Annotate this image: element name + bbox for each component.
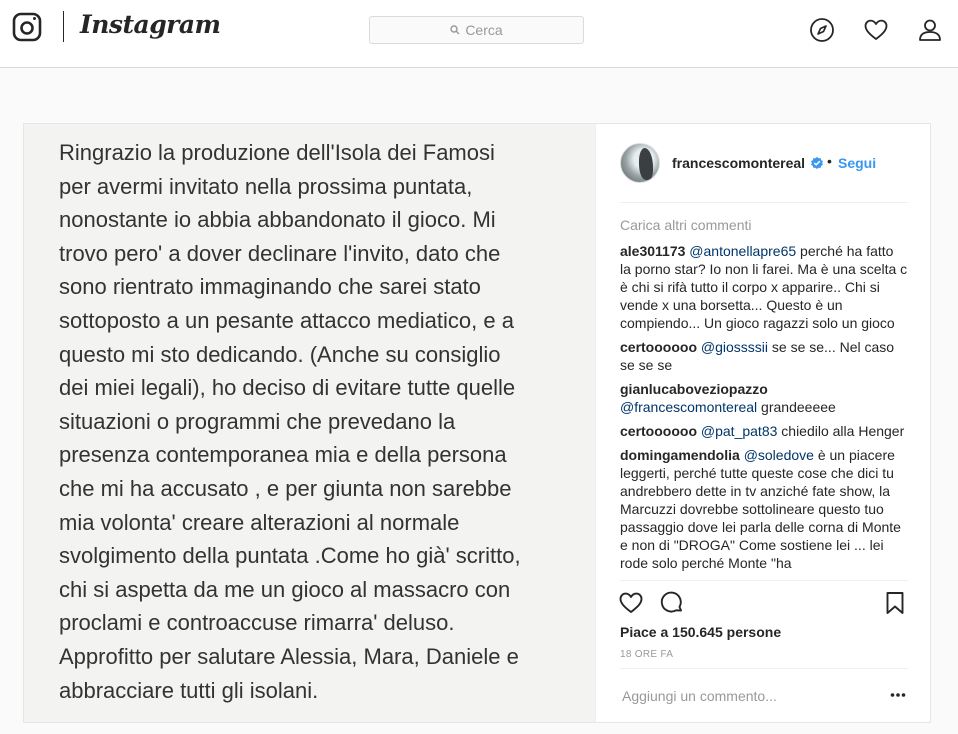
post-header: francescomontereal • Segui	[596, 124, 931, 202]
activity-heart-icon[interactable]	[863, 17, 889, 43]
comment-text: chiedilo alla Henger	[777, 423, 905, 439]
verified-badge-icon	[811, 157, 823, 169]
comment-username[interactable]: ale301173	[620, 243, 685, 259]
comment-mention[interactable]: @antonellapre65	[689, 243, 796, 259]
search-input[interactable]: Cerca	[369, 16, 584, 44]
comment-username[interactable]: gianlucaboveziopazzo	[620, 381, 768, 397]
instagram-wordmark[interactable]: Instagram	[80, 10, 221, 39]
post-image[interactable]: Ringrazio la produzione dell'Isola dei F…	[24, 124, 595, 722]
author-username[interactable]: francescomontereal	[672, 155, 805, 171]
comment-input-divider	[620, 668, 908, 669]
comment-item: certoooooo @giossssii se se se... Nel ca…	[620, 338, 908, 374]
post-image-text: Ringrazio la produzione dell'Isola dei F…	[59, 140, 521, 703]
add-comment-input[interactable]: Aggiungi un commento...	[622, 688, 777, 704]
comment-mention[interactable]: @giossssii	[701, 339, 768, 355]
post-card: Ringrazio la produzione dell'Isola dei F…	[23, 123, 931, 723]
explore-compass-icon[interactable]	[809, 17, 835, 43]
comment-text: grandeeeee	[757, 399, 836, 415]
comment-username[interactable]: certoooooo	[620, 339, 697, 355]
comment-username[interactable]: certoooooo	[620, 423, 697, 439]
like-heart-icon[interactable]	[618, 590, 644, 616]
search-icon	[450, 25, 460, 35]
comment-item: certoooooo @pat_pat83 chiedilo alla Heng…	[620, 422, 908, 440]
post-sidebar: francescomontereal • Segui Carica altri …	[595, 124, 930, 722]
header-divider	[620, 202, 908, 203]
more-options-icon[interactable]	[890, 692, 906, 698]
comment-mention[interactable]: @pat_pat83	[701, 423, 778, 439]
comment-mention[interactable]: @francescomontereal	[620, 399, 757, 415]
follow-button[interactable]: Segui	[838, 155, 876, 171]
actions-divider	[620, 580, 908, 581]
separator-dot: •	[827, 153, 832, 169]
author-avatar[interactable]	[620, 143, 660, 183]
likes-count[interactable]: Piace a 150.645 persone	[620, 624, 781, 640]
comment-text: è un piacere leggerti, perché tutte ques…	[620, 447, 901, 571]
logo-separator	[63, 11, 64, 42]
post-timestamp[interactable]: 18 ORE FA	[620, 649, 673, 660]
load-more-comments-button[interactable]: Carica altri commenti	[620, 216, 908, 234]
comment-item: gianlucaboveziopazzo @francescomontereal…	[620, 380, 908, 416]
comment-item: domingamendolia @soledove è un piacere l…	[620, 446, 908, 572]
top-navigation-bar: Instagram Cerca	[0, 0, 958, 68]
comments-list[interactable]: Carica altri commenti ale301173 @antonel…	[620, 216, 908, 580]
search-placeholder: Cerca	[465, 22, 503, 38]
profile-user-icon[interactable]	[917, 17, 943, 43]
comment-username[interactable]: domingamendolia	[620, 447, 740, 463]
instagram-camera-icon[interactable]	[12, 12, 42, 42]
comment-item: ale301173 @antonellapre65 perché ha fatt…	[620, 242, 908, 332]
comment-bubble-icon[interactable]	[659, 590, 685, 616]
comment-mention[interactable]: @soledove	[744, 447, 814, 463]
save-bookmark-icon[interactable]	[882, 590, 908, 616]
